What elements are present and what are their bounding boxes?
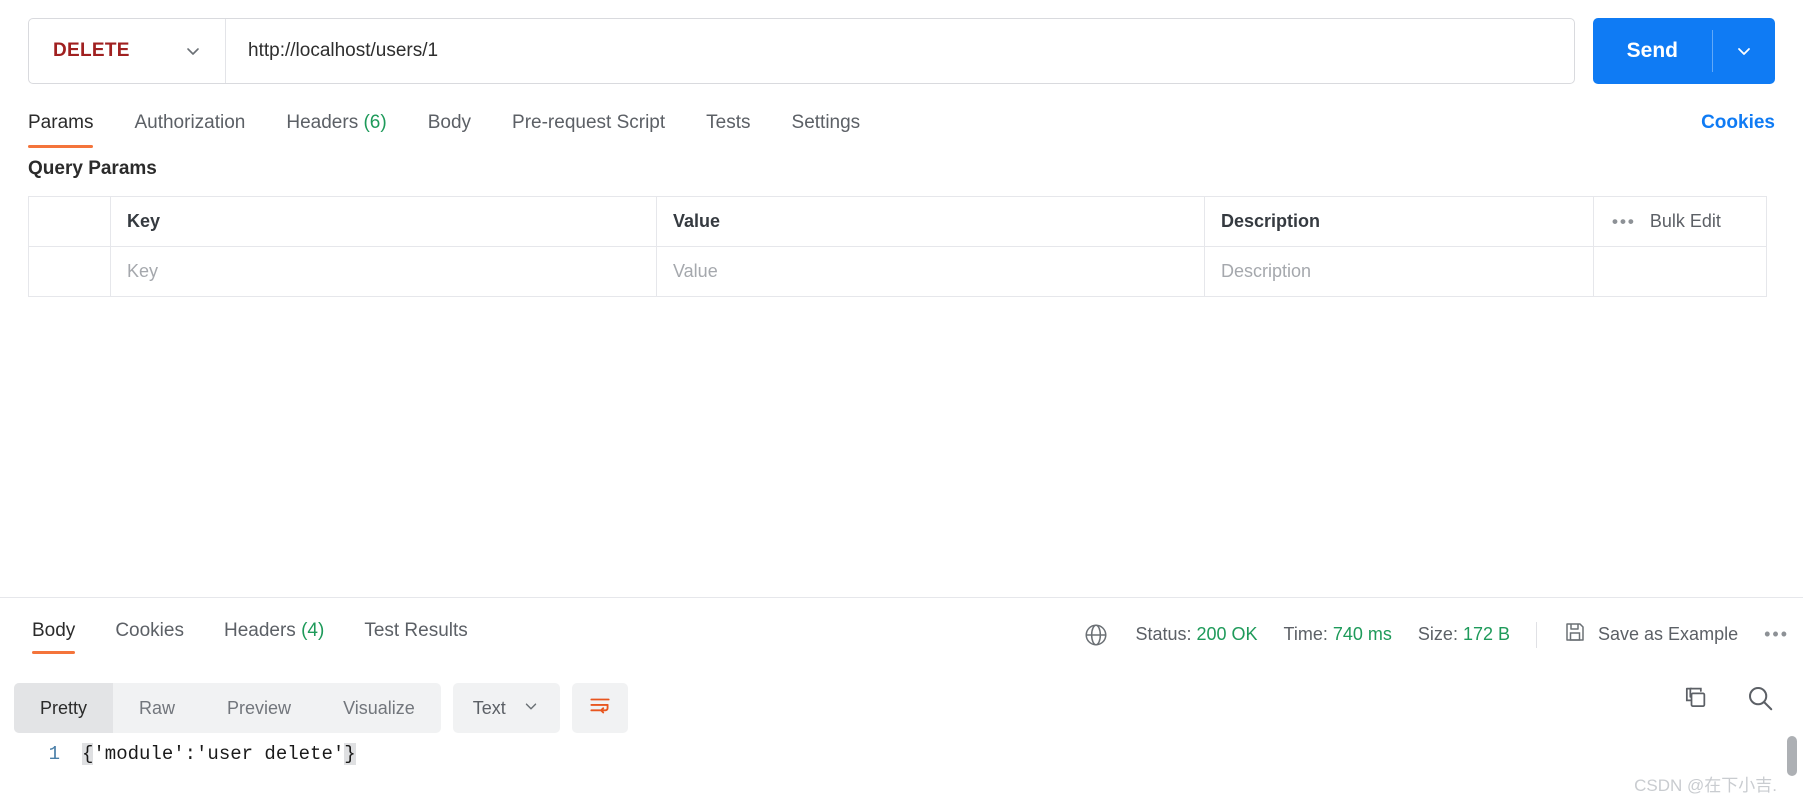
header-actions-cell: ••• Bulk Edit	[1594, 197, 1766, 246]
body-view-toolbar: Pretty Raw Preview Visualize Text	[14, 683, 628, 733]
code-line: 1 {'module':'user delete'}	[0, 738, 1803, 770]
row-checkbox-cell[interactable]	[29, 247, 111, 296]
postman-request-response-pane: DELETE Send Params	[0, 0, 1803, 810]
http-method-selector[interactable]: DELETE	[29, 19, 225, 83]
body-view-mode-group: Pretty Raw Preview Visualize	[14, 683, 441, 733]
response-tab-headers[interactable]: Headers (4)	[224, 612, 324, 654]
response-tab-headers-count: (4)	[301, 620, 324, 641]
tab-params-label: Params	[28, 112, 93, 133]
tab-settings-label: Settings	[792, 112, 861, 133]
more-options-icon[interactable]: •••	[1612, 213, 1636, 230]
http-method-label: DELETE	[53, 40, 130, 62]
watermark: CSDN @在下小吉.	[1634, 771, 1777, 796]
url-input[interactable]	[226, 19, 1574, 83]
close-brace: }	[344, 743, 355, 765]
save-floppy-icon	[1563, 620, 1587, 649]
response-tab-bar: Body Cookies Headers (4) Test Results	[12, 612, 488, 654]
code-body-content: 'module':'user delete'	[93, 743, 344, 765]
word-wrap-icon	[587, 693, 613, 724]
time-value: 740 ms	[1333, 624, 1392, 644]
time-label: Time:	[1284, 624, 1328, 644]
body-tools-right	[1681, 683, 1775, 713]
tab-pre-request-script[interactable]: Pre-request Script	[512, 100, 665, 148]
search-icon[interactable]	[1745, 683, 1775, 713]
header-description: Description	[1205, 197, 1594, 246]
size-label: Size:	[1418, 624, 1458, 644]
save-as-example-label: Save as Example	[1598, 624, 1738, 645]
tab-tests-label: Tests	[706, 112, 750, 133]
tab-authorization[interactable]: Authorization	[134, 100, 245, 148]
bulk-edit-button[interactable]: Bulk Edit	[1650, 211, 1721, 232]
header-key: Key	[111, 197, 657, 246]
send-button[interactable]: Send	[1593, 18, 1712, 84]
body-mode-preview[interactable]: Preview	[201, 683, 317, 733]
response-tab-test-results[interactable]: Test Results	[364, 612, 467, 654]
body-mode-visualize[interactable]: Visualize	[317, 683, 441, 733]
tab-tests[interactable]: Tests	[706, 100, 750, 148]
query-params-title: Query Params	[28, 158, 157, 180]
copy-icon[interactable]	[1681, 684, 1709, 712]
open-brace: {	[82, 743, 93, 765]
tab-body-label: Body	[428, 112, 471, 133]
size-meta: Size: 172 B	[1418, 624, 1510, 645]
chevron-down-icon	[522, 697, 540, 720]
body-mode-raw[interactable]: Raw	[113, 683, 201, 733]
status-meta: Status: 200 OK	[1135, 624, 1257, 645]
cookies-link[interactable]: Cookies	[1701, 100, 1775, 146]
meta-divider	[1536, 622, 1537, 648]
response-tab-test-results-label: Test Results	[364, 620, 467, 641]
response-more-options-icon[interactable]: •••	[1764, 624, 1789, 645]
row-description-input[interactable]: Description	[1205, 247, 1594, 296]
tab-params[interactable]: Params	[28, 100, 93, 148]
globe-icon	[1083, 622, 1109, 648]
tab-body[interactable]: Body	[428, 100, 471, 148]
header-checkbox-cell	[29, 197, 111, 246]
tab-authorization-label: Authorization	[134, 112, 245, 133]
response-body-code[interactable]: 1 {'module':'user delete'}	[0, 738, 1803, 810]
send-button-group: Send	[1593, 18, 1775, 84]
header-value: Value	[657, 197, 1205, 246]
tab-settings[interactable]: Settings	[792, 100, 861, 148]
response-scrollbar-thumb[interactable]	[1787, 736, 1797, 776]
save-as-example-button[interactable]: Save as Example	[1563, 620, 1738, 649]
table-row[interactable]: Key Value Description	[29, 246, 1766, 296]
row-key-input[interactable]: Key	[111, 247, 657, 296]
chevron-down-icon	[183, 41, 203, 61]
body-format-select[interactable]: Text	[453, 683, 560, 733]
status-value: 200 OK	[1196, 624, 1257, 644]
size-value: 172 B	[1463, 624, 1510, 644]
tab-headers[interactable]: Headers (6)	[286, 100, 386, 148]
send-options-chevron-down-icon[interactable]	[1713, 18, 1775, 84]
query-params-table: Key Value Description ••• Bulk Edit Key …	[28, 196, 1767, 297]
request-tab-bar: Params Authorization Headers (6) Body Pr…	[28, 100, 1775, 150]
response-tab-cookies[interactable]: Cookies	[115, 612, 184, 654]
response-meta-bar: Status: 200 OK Time: 740 ms Size: 172 B …	[1083, 620, 1789, 649]
body-format-value: Text	[473, 698, 506, 719]
table-header-row: Key Value Description ••• Bulk Edit	[29, 197, 1766, 246]
response-tab-cookies-label: Cookies	[115, 620, 184, 641]
status-label: Status:	[1135, 624, 1191, 644]
pane-divider[interactable]	[0, 597, 1803, 598]
row-actions-cell	[1594, 247, 1766, 296]
tab-headers-count: (6)	[363, 112, 386, 133]
url-bar: DELETE Send	[28, 18, 1775, 84]
body-mode-pretty[interactable]: Pretty	[14, 683, 113, 733]
url-field-group: DELETE	[28, 18, 1575, 84]
row-value-input[interactable]: Value	[657, 247, 1205, 296]
tab-headers-label: Headers	[286, 112, 358, 133]
time-meta: Time: 740 ms	[1284, 624, 1392, 645]
line-number: 1	[0, 738, 82, 770]
tab-pre-request-script-label: Pre-request Script	[512, 112, 665, 133]
response-tab-headers-label: Headers	[224, 620, 296, 641]
word-wrap-toggle-button[interactable]	[572, 683, 628, 733]
code-line-text: {'module':'user delete'}	[82, 738, 356, 770]
response-tab-body-label: Body	[32, 620, 75, 641]
response-tab-body[interactable]: Body	[32, 612, 75, 654]
